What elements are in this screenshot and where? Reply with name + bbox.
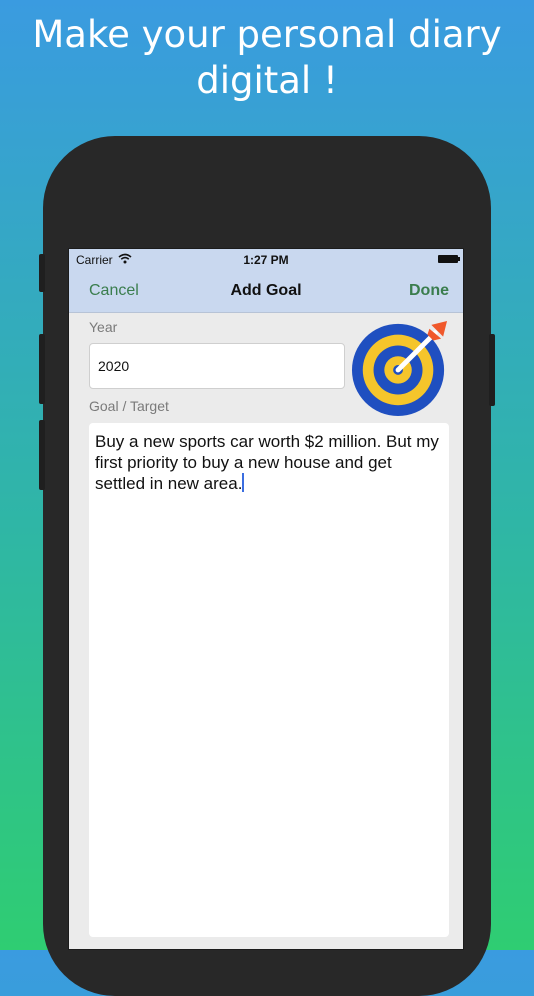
done-button[interactable]: Done — [409, 282, 449, 300]
phone-screen: Carrier 1:27 PM Cancel Add Goal Done Yea… — [68, 248, 464, 950]
goal-textarea[interactable]: Buy a new sports car worth $2 million. B… — [89, 423, 449, 937]
page-title: Add Goal — [230, 282, 302, 299]
target-icon — [351, 320, 448, 417]
year-input[interactable]: 2020 — [89, 343, 345, 389]
status-bar: Carrier 1:27 PM — [69, 249, 463, 271]
phone-mute-switch — [39, 254, 45, 292]
phone-power-button — [489, 334, 495, 406]
promo-headline: Make your personal diary digital ! — [32, 13, 502, 102]
goal-label: Goal / Target — [89, 398, 169, 414]
year-label: Year — [89, 319, 118, 335]
goal-text: Buy a new sports car worth $2 million. B… — [95, 432, 439, 493]
phone-volume-down-button — [39, 420, 45, 490]
battery-icon — [438, 255, 460, 263]
phone-volume-up-button — [39, 334, 45, 404]
text-cursor — [242, 473, 245, 492]
navigation-bar: Cancel Add Goal Done — [69, 271, 463, 313]
status-clock: 1:27 PM — [243, 253, 289, 267]
